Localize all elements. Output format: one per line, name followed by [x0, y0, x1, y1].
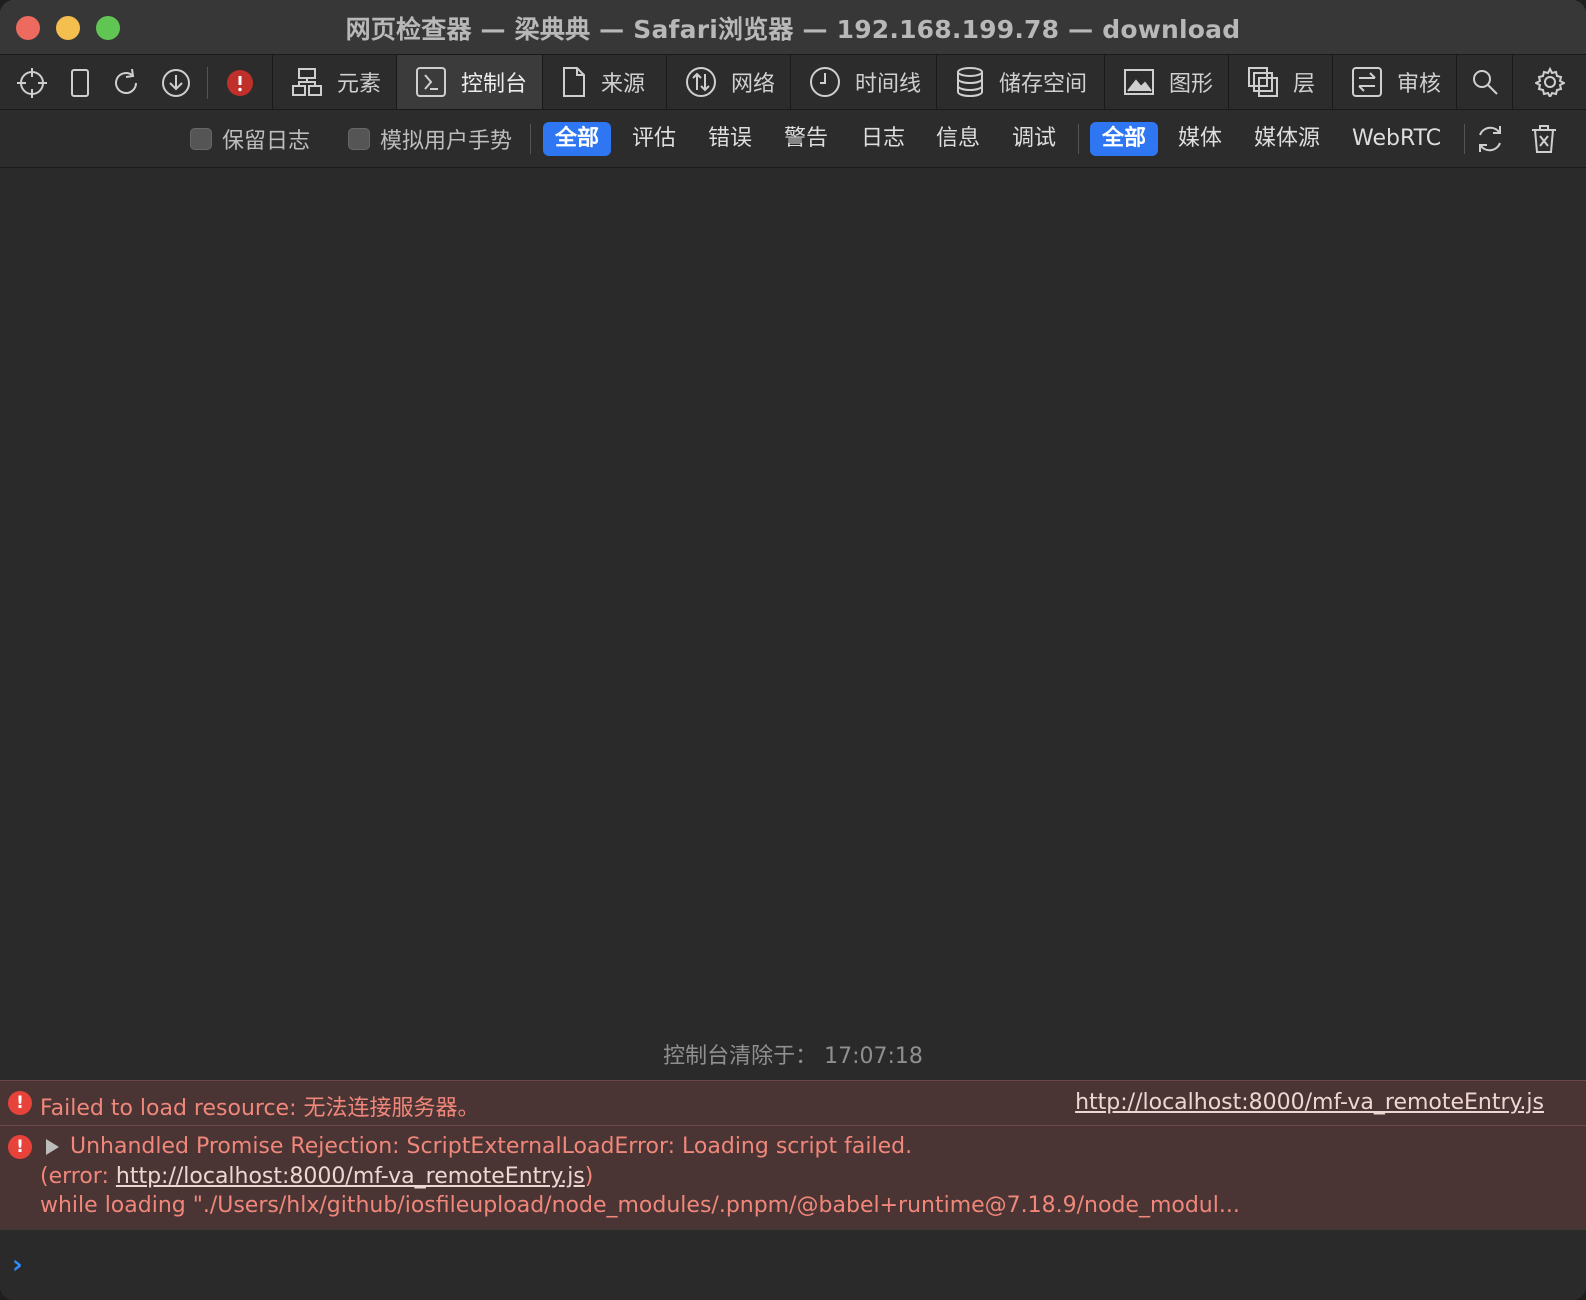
tab-label: 审核 — [1397, 72, 1442, 97]
web-inspector-window: 网页检查器 — 梁典典 — Safari浏览器 — 192.168.199.78… — [0, 0, 1586, 1300]
settings-button[interactable] — [1512, 55, 1586, 109]
tab-audit[interactable]: 审核 — [1332, 55, 1456, 109]
console-input[interactable]: › — [0, 1229, 1586, 1300]
tab-label: 来源 — [601, 72, 646, 97]
filter-source-webrtc[interactable]: WebRTC — [1340, 122, 1453, 156]
tab-console[interactable]: 控制台 — [396, 55, 542, 109]
checkbox-box[interactable] — [348, 128, 370, 150]
console-icon — [416, 67, 446, 97]
audit-icon — [1352, 67, 1382, 97]
error-icon: ! — [8, 1091, 32, 1115]
filter-level-all[interactable]: 全部 — [543, 122, 612, 156]
message-prefix: (error: — [40, 1164, 116, 1189]
filter-separator — [530, 124, 531, 154]
filter-separator — [1078, 124, 1079, 154]
message-suffix: ) — [584, 1164, 594, 1189]
emulate-gesture-checkbox[interactable]: 模拟用户手势 — [348, 126, 513, 154]
toolbar-separator — [207, 67, 208, 99]
tab-timeline[interactable]: 时间线 — [790, 55, 936, 109]
filter-level-warnings[interactable]: 警告 — [772, 122, 840, 156]
search-icon — [1473, 70, 1498, 95]
filter-source-mediasource[interactable]: 媒体源 — [1242, 122, 1332, 156]
title-bar: 网页检查器 — 梁典典 — Safari浏览器 — 192.168.199.78… — [0, 0, 1586, 54]
preserve-log-checkbox[interactable]: 保留日志 — [190, 126, 311, 154]
tab-bar: 元素 控制台 来源 网络 时间线 储存空间 图形 层 审核 — [0, 54, 1586, 110]
message-trace: while loading "./Users/hlx/github/iosfil… — [40, 1193, 1240, 1218]
tab-label: 元素 — [337, 72, 382, 97]
filter-source-all[interactable]: 全部 — [1090, 122, 1159, 156]
tab-label: 控制台 — [461, 72, 528, 97]
checkbox-label: 模拟用户手势 — [380, 129, 513, 154]
message-detail: (error: http://localhost:8000/mf-va_remo… — [40, 1164, 593, 1189]
prompt-chevron-icon: › — [12, 1250, 23, 1280]
filter-level-info[interactable]: 信息 — [924, 122, 992, 156]
search-button[interactable] — [1456, 55, 1513, 109]
gear-icon — [1535, 67, 1565, 97]
tab-label: 网络 — [731, 72, 776, 97]
tab-network[interactable]: 网络 — [666, 55, 790, 109]
console-log-area: 控制台清除于： 17:07:18 ! Failed to load resour… — [0, 168, 1586, 1300]
reload-icon[interactable] — [106, 63, 146, 103]
console-filter-bar: 保留日志 模拟用户手势 全部 评估 错误 警告 日志 信息 调试 全部 媒体 媒… — [0, 110, 1586, 168]
console-message-error[interactable]: ! Failed to load resource: 无法连接服务器。 http… — [0, 1080, 1586, 1125]
network-icon — [686, 67, 716, 97]
storage-icon — [957, 67, 983, 98]
message-text: Failed to load resource: 无法连接服务器。 — [40, 1096, 480, 1121]
message-text: Unhandled Promise Rejection: ScriptExter… — [70, 1134, 913, 1159]
tab-elements[interactable]: 元素 — [272, 55, 396, 109]
filter-level-evaluations[interactable]: 评估 — [620, 122, 688, 156]
sources-icon — [563, 67, 585, 97]
error-badge-icon[interactable] — [220, 63, 260, 103]
tab-sources[interactable]: 来源 — [542, 55, 666, 109]
disclosure-triangle-icon[interactable] — [46, 1139, 59, 1155]
tab-storage[interactable]: 储存空间 — [936, 55, 1104, 109]
error-icon: ! — [8, 1135, 32, 1159]
console-message-error[interactable]: ! Unhandled Promise Rejection: ScriptExt… — [0, 1125, 1586, 1229]
window-title: 网页检查器 — 梁典典 — Safari浏览器 — 192.168.199.78… — [345, 15, 1241, 44]
auto-refresh-icon[interactable] — [1470, 119, 1510, 159]
device-icon[interactable] — [60, 63, 100, 103]
filter-level-debug[interactable]: 调试 — [1000, 122, 1068, 156]
clear-console-icon[interactable] — [1524, 119, 1564, 159]
filter-level-logs[interactable]: 日志 — [849, 122, 917, 156]
elements-icon — [292, 68, 322, 96]
checkbox-label: 保留日志 — [222, 129, 311, 154]
console-cleared-notice: 控制台清除于： 17:07:18 — [663, 1044, 923, 1069]
graphics-icon — [1124, 69, 1154, 95]
download-icon[interactable] — [156, 63, 196, 103]
filter-level-errors[interactable]: 错误 — [696, 122, 764, 156]
tab-graphics[interactable]: 图形 — [1104, 55, 1228, 109]
filter-separator — [1464, 124, 1465, 154]
layers-icon — [1248, 67, 1278, 97]
filter-source-media[interactable]: 媒体 — [1166, 122, 1234, 156]
checkbox-box[interactable] — [190, 128, 212, 150]
tab-label: 储存空间 — [999, 72, 1088, 97]
tab-label: 时间线 — [855, 72, 922, 97]
tab-layers[interactable]: 层 — [1228, 55, 1332, 109]
crosshair-icon[interactable] — [12, 63, 52, 103]
resource-link[interactable]: http://localhost:8000/mf-va_remoteEntry.… — [1075, 1090, 1544, 1115]
tab-label: 图形 — [1169, 72, 1214, 97]
error-source-link[interactable]: http://localhost:8000/mf-va_remoteEntry.… — [116, 1164, 585, 1189]
timeline-icon — [810, 67, 840, 97]
tab-label: 层 — [1293, 72, 1316, 97]
